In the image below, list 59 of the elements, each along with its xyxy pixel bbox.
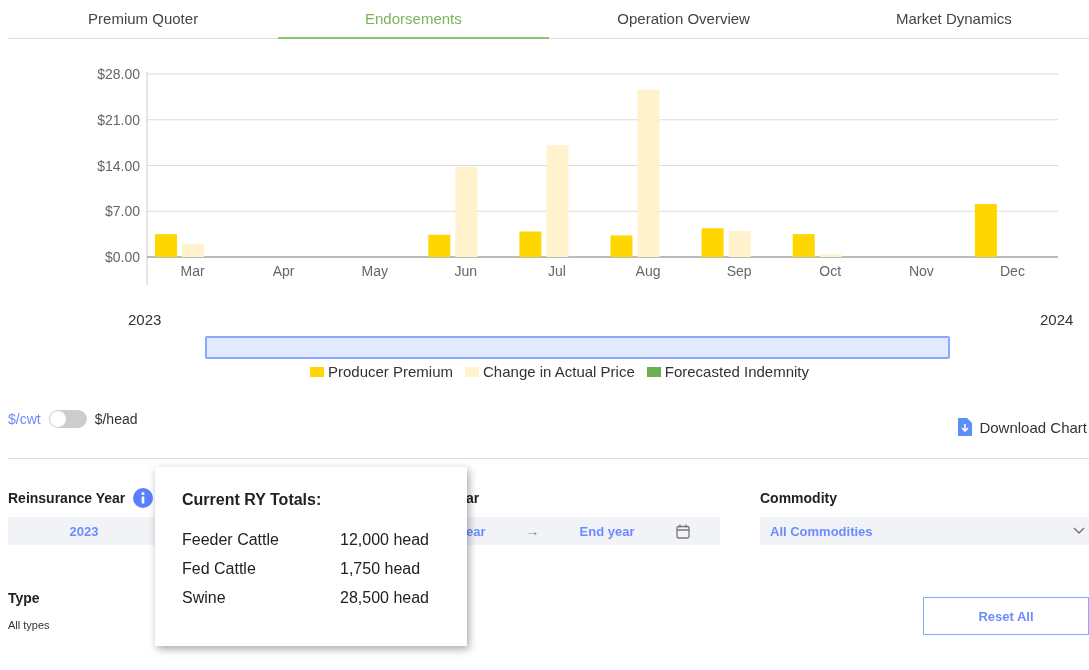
calendar-icon: [676, 523, 691, 539]
bar: [974, 204, 997, 257]
bar: [701, 228, 724, 257]
bar: [610, 235, 633, 257]
axis-label: Sep: [726, 263, 752, 279]
arrow-icon: →: [525, 523, 540, 539]
axis-label: Aug: [635, 263, 661, 279]
axis-label: Jul: [548, 263, 566, 279]
timeline-label: 2024: [1040, 311, 1074, 328]
legend-item[interactable]: Forecasted Indemnity: [646, 363, 810, 380]
legend-item[interactable]: Change in Actual Price: [465, 363, 635, 380]
axis-label: $7.00: [104, 203, 140, 220]
field-label: Commodity: [760, 490, 837, 506]
tooltip-label: Fed Cattle: [182, 560, 257, 579]
axis-label: Nov: [908, 263, 934, 279]
bar: [182, 243, 204, 257]
axis-label: $14.00: [97, 157, 140, 174]
range-selector[interactable]: [205, 336, 950, 359]
bar: [819, 254, 842, 257]
bar: [728, 230, 751, 257]
start-year-placeholder: ear: [466, 523, 486, 539]
axis-label: Apr: [272, 263, 295, 279]
axis-label: $28.00: [97, 66, 140, 82]
tab[interactable]: Operation Overview: [548, 0, 819, 39]
axis-label: Dec: [1000, 263, 1025, 279]
tooltip-value: 28,500 head: [340, 589, 429, 608]
download-file-icon: [958, 418, 973, 436]
tooltip-value: 1,750 head: [340, 560, 421, 579]
axis-label: May: [361, 263, 388, 279]
legend-item[interactable]: Producer Premium: [309, 363, 453, 380]
tooltip-title: Current RY Totals:: [182, 491, 323, 509]
chevron-down-icon: [1073, 527, 1085, 535]
legend-swatch-icon: [309, 366, 324, 377]
bar: [428, 234, 451, 257]
legend-swatch-icon: [646, 366, 661, 377]
bar: [519, 231, 542, 257]
info-icon[interactable]: [133, 488, 154, 508]
type-value[interactable]: All types: [8, 619, 50, 631]
toggle-label: $/head: [94, 411, 138, 427]
end-year-placeholder: End year: [579, 523, 635, 539]
axis-label: $0.00: [104, 249, 140, 265]
field-label: Type: [8, 590, 40, 606]
timeline-label: 2023: [128, 311, 162, 328]
tooltip-label: Feeder Cattle: [182, 531, 280, 550]
axis-label: Jun: [454, 263, 478, 279]
field-label: Reinsurance Year: [8, 490, 126, 506]
bar: [155, 234, 177, 257]
axis-label: $21.00: [97, 111, 140, 128]
legend-swatch-icon: [465, 366, 479, 377]
download-button[interactable]: Download Chart: [958, 418, 1089, 436]
field-label: ar: [466, 490, 480, 506]
toggle-switch[interactable]: [48, 410, 87, 428]
bar: [792, 234, 815, 257]
axis-label: Mar: [180, 263, 205, 279]
axis-label: Oct: [819, 263, 842, 279]
tab[interactable]: Premium Quoter: [8, 0, 279, 39]
tooltip-label: Swine: [182, 589, 227, 608]
toggle-label: $/cwt: [8, 411, 41, 427]
tab[interactable]: Market Dynamics: [818, 0, 1089, 39]
